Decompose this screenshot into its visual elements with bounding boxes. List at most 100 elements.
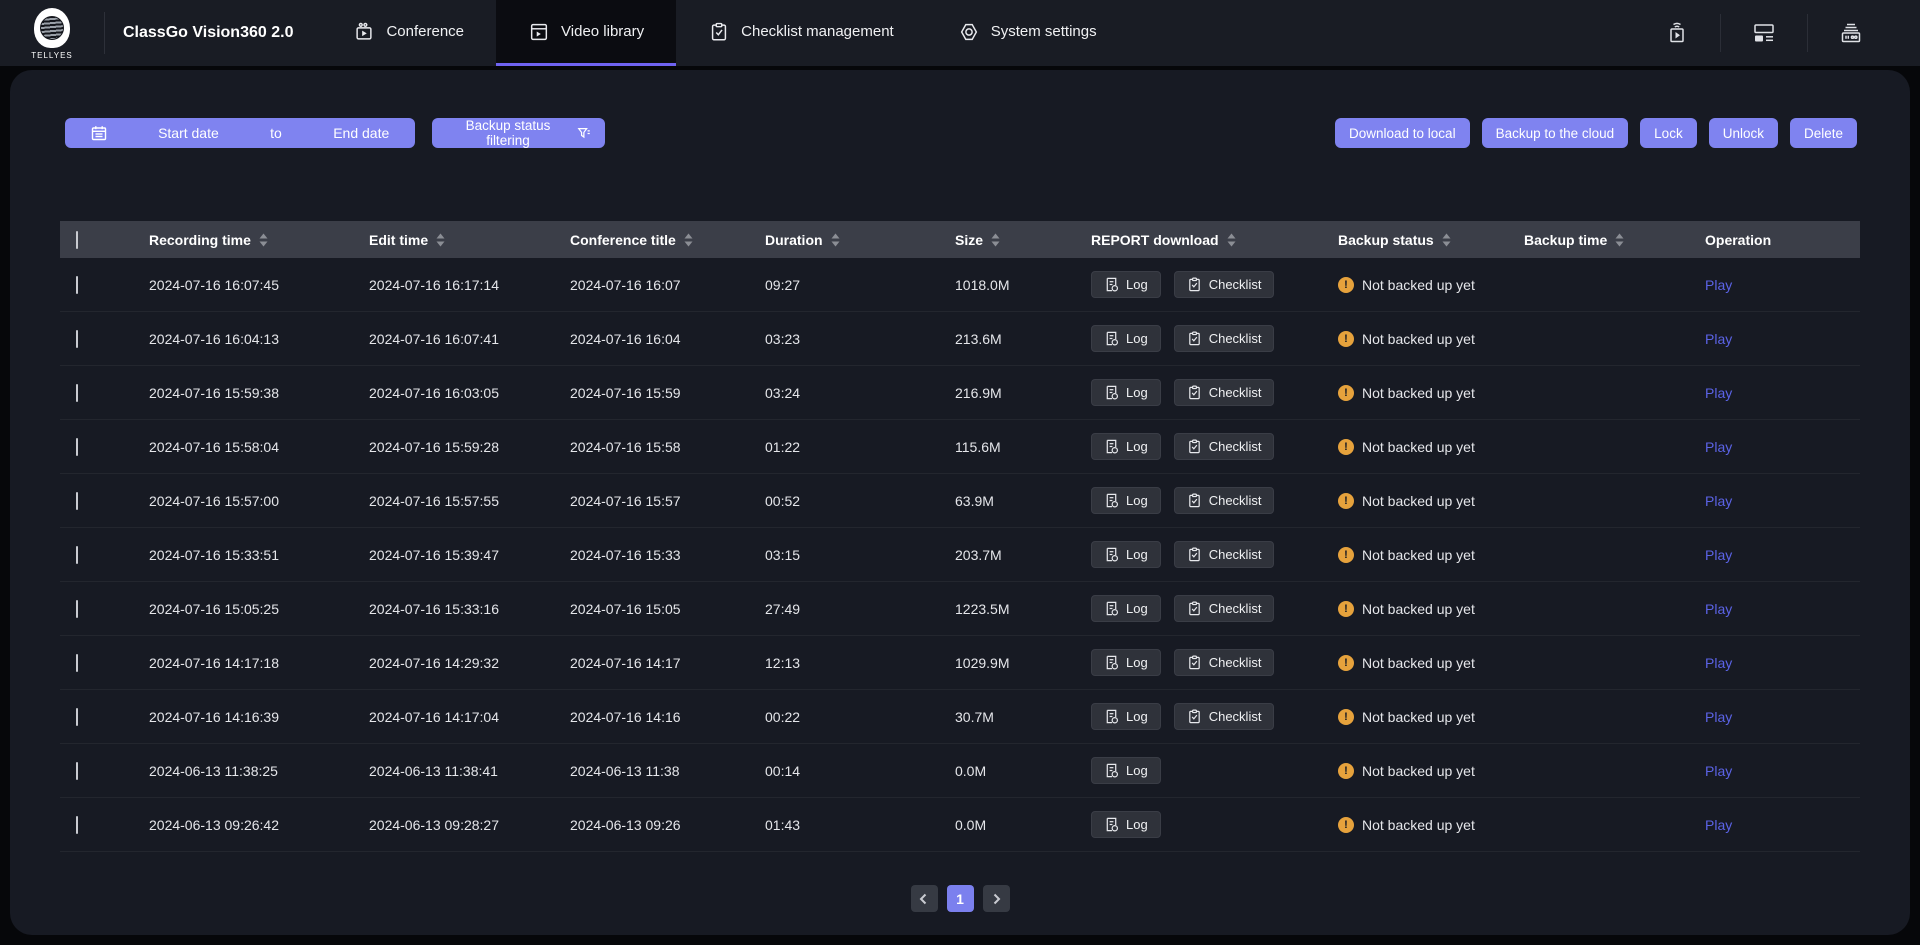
row-checkbox[interactable] [76,816,78,834]
row-checkbox[interactable] [76,600,78,618]
row-checkbox[interactable] [76,492,78,510]
recording-time-cell: 2024-07-16 16:04:13 [149,331,369,347]
row-checkbox[interactable] [76,384,78,402]
delete-button[interactable]: Delete [1790,118,1857,148]
utility-icons [1634,0,1920,66]
play-link[interactable]: Play [1705,385,1732,401]
log-file-icon [1104,817,1119,832]
row-checkbox[interactable] [76,438,78,456]
warning-icon: ! [1338,709,1354,725]
checklist-button[interactable]: Checklist [1174,433,1275,460]
log-button[interactable]: Log [1091,541,1161,568]
log-button[interactable]: Log [1091,757,1161,784]
play-link[interactable]: Play [1705,439,1732,455]
prev-page-button[interactable] [911,885,938,912]
header-size[interactable]: Size [955,232,1091,248]
header-edit-time[interactable]: Edit time [369,232,570,248]
row-checkbox[interactable] [76,708,78,726]
end-date-field[interactable]: End date [333,125,389,141]
bulk-actions: Download to local Backup to the cloud Lo… [1335,118,1857,148]
play-link[interactable]: Play [1705,709,1732,725]
size-cell: 115.6M [955,439,1091,455]
header-duration[interactable]: Duration [765,232,955,248]
log-button[interactable]: Log [1091,649,1161,676]
date-range-picker[interactable]: Start date to End date [65,118,415,148]
log-button[interactable]: Log [1091,703,1161,730]
backup-status-cell: ! Not backed up yet [1338,439,1524,455]
log-button[interactable]: Log [1091,325,1161,352]
log-file-icon [1104,439,1119,454]
log-button-label: Log [1126,601,1148,616]
warning-icon: ! [1338,331,1354,347]
layout-icon[interactable] [1721,20,1807,46]
backup-status-text: Not backed up yet [1362,331,1475,347]
checklist-button[interactable]: Checklist [1174,649,1275,676]
page-number-button[interactable]: 1 [947,885,974,912]
size-cell: 1029.9M [955,655,1091,671]
log-button[interactable]: Log [1091,487,1161,514]
header-recording-time[interactable]: Recording time [149,232,369,248]
backup-to-cloud-button[interactable]: Backup to the cloud [1482,118,1629,148]
checklist-button[interactable]: Checklist [1174,541,1275,568]
checklist-button-label: Checklist [1209,709,1262,724]
checklist-file-icon [1187,709,1202,724]
header-backup-time[interactable]: Backup time [1524,232,1705,248]
header-label: REPORT download [1091,232,1219,248]
row-checkbox[interactable] [76,654,78,672]
cast-icon[interactable] [1634,20,1720,46]
log-button-label: Log [1126,655,1148,670]
header-backup-status[interactable]: Backup status [1338,232,1524,248]
log-button[interactable]: Log [1091,433,1161,460]
checklist-button[interactable]: Checklist [1174,379,1275,406]
checklist-button[interactable]: Checklist [1174,595,1275,622]
header-report-download[interactable]: REPORT download [1091,232,1338,248]
unlock-button[interactable]: Unlock [1709,118,1778,148]
backup-status-filter-button[interactable]: Backup status filtering [432,118,605,148]
play-link[interactable]: Play [1705,493,1732,509]
log-button[interactable]: Log [1091,811,1161,838]
play-link[interactable]: Play [1705,601,1732,617]
checklist-button[interactable]: Checklist [1174,271,1275,298]
row-checkbox[interactable] [76,762,78,780]
tab-video-library[interactable]: Video library [496,0,676,66]
duration-cell: 00:14 [765,763,955,779]
checklist-file-icon [1187,385,1202,400]
filter-bar: Start date to End date Backup status fil… [10,70,1910,148]
next-page-button[interactable] [983,885,1010,912]
header-operation: Operation [1705,232,1860,248]
play-link[interactable]: Play [1705,655,1732,671]
settings-gear-icon [958,21,980,43]
checklist-button[interactable]: Checklist [1174,487,1275,514]
play-link[interactable]: Play [1705,817,1732,833]
brand-logo: TELLYES [0,0,104,66]
start-date-field[interactable]: Start date [158,125,219,141]
row-checkbox[interactable] [76,276,78,294]
backup-status-cell: ! Not backed up yet [1338,709,1524,725]
backup-status-text: Not backed up yet [1362,763,1475,779]
lock-button[interactable]: Lock [1640,118,1697,148]
tab-checklist-management[interactable]: Checklist management [676,0,926,66]
table-row: 2024-07-16 16:04:13 2024-07-16 16:07:41 … [60,312,1860,366]
edit-time-cell: 2024-07-16 15:59:28 [369,439,570,455]
header-label: Backup status [1338,232,1434,248]
play-link[interactable]: Play [1705,277,1732,293]
play-link[interactable]: Play [1705,331,1732,347]
tab-conference[interactable]: Conference [321,0,496,66]
log-button[interactable]: Log [1091,595,1161,622]
log-button[interactable]: Log [1091,379,1161,406]
row-checkbox[interactable] [76,546,78,564]
edit-time-cell: 2024-07-16 15:33:16 [369,601,570,617]
checklist-button[interactable]: Checklist [1174,703,1275,730]
row-checkbox[interactable] [76,330,78,348]
tab-system-settings[interactable]: System settings [926,0,1129,66]
log-button[interactable]: Log [1091,271,1161,298]
checklist-button[interactable]: Checklist [1174,325,1275,352]
select-all-checkbox[interactable] [76,231,78,249]
recording-time-cell: 2024-07-16 14:17:18 [149,655,369,671]
warning-icon: ! [1338,601,1354,617]
header-conference-title[interactable]: Conference title [570,232,765,248]
play-link[interactable]: Play [1705,547,1732,563]
recorder-icon[interactable] [1808,20,1894,46]
download-to-local-button[interactable]: Download to local [1335,118,1470,148]
play-link[interactable]: Play [1705,763,1732,779]
